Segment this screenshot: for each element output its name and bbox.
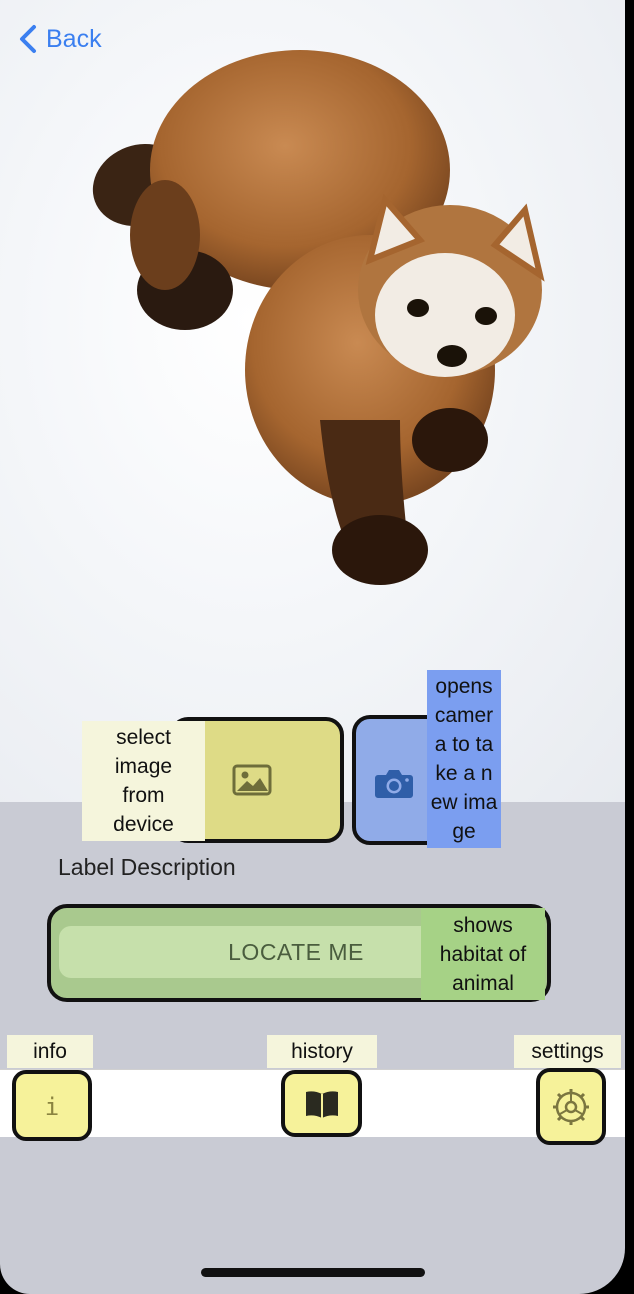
history-tooltip: history (267, 1035, 377, 1068)
gear-icon (553, 1088, 589, 1125)
svg-text:i: i (45, 1093, 59, 1121)
locate-me-label: LOCATE ME (228, 938, 364, 965)
home-indicator[interactable] (201, 1268, 425, 1277)
back-label: Back (46, 24, 102, 53)
app-screen: Back select image from device opens came… (0, 0, 625, 1294)
back-button[interactable]: Back (18, 24, 102, 54)
select-image-tooltip: select image from device (82, 721, 205, 841)
settings-tooltip: settings (514, 1035, 621, 1068)
chevron-left-icon (20, 25, 36, 53)
animal-photo (0, 0, 625, 802)
label-description: Label Description (58, 854, 236, 880)
locate-tooltip: shows habitat of animal (421, 908, 545, 1000)
info-icon: i (45, 1093, 59, 1121)
info-tooltip: info (7, 1035, 93, 1068)
photo-icon (232, 764, 272, 796)
tab-info[interactable]: i (12, 1070, 92, 1141)
tab-history[interactable] (281, 1070, 362, 1137)
camera-icon (375, 770, 413, 798)
book-icon (305, 1090, 338, 1118)
camera-tooltip: opens camer a to take a new image (427, 670, 501, 848)
marten-illustration (92, 50, 545, 585)
tab-settings[interactable] (536, 1068, 606, 1145)
